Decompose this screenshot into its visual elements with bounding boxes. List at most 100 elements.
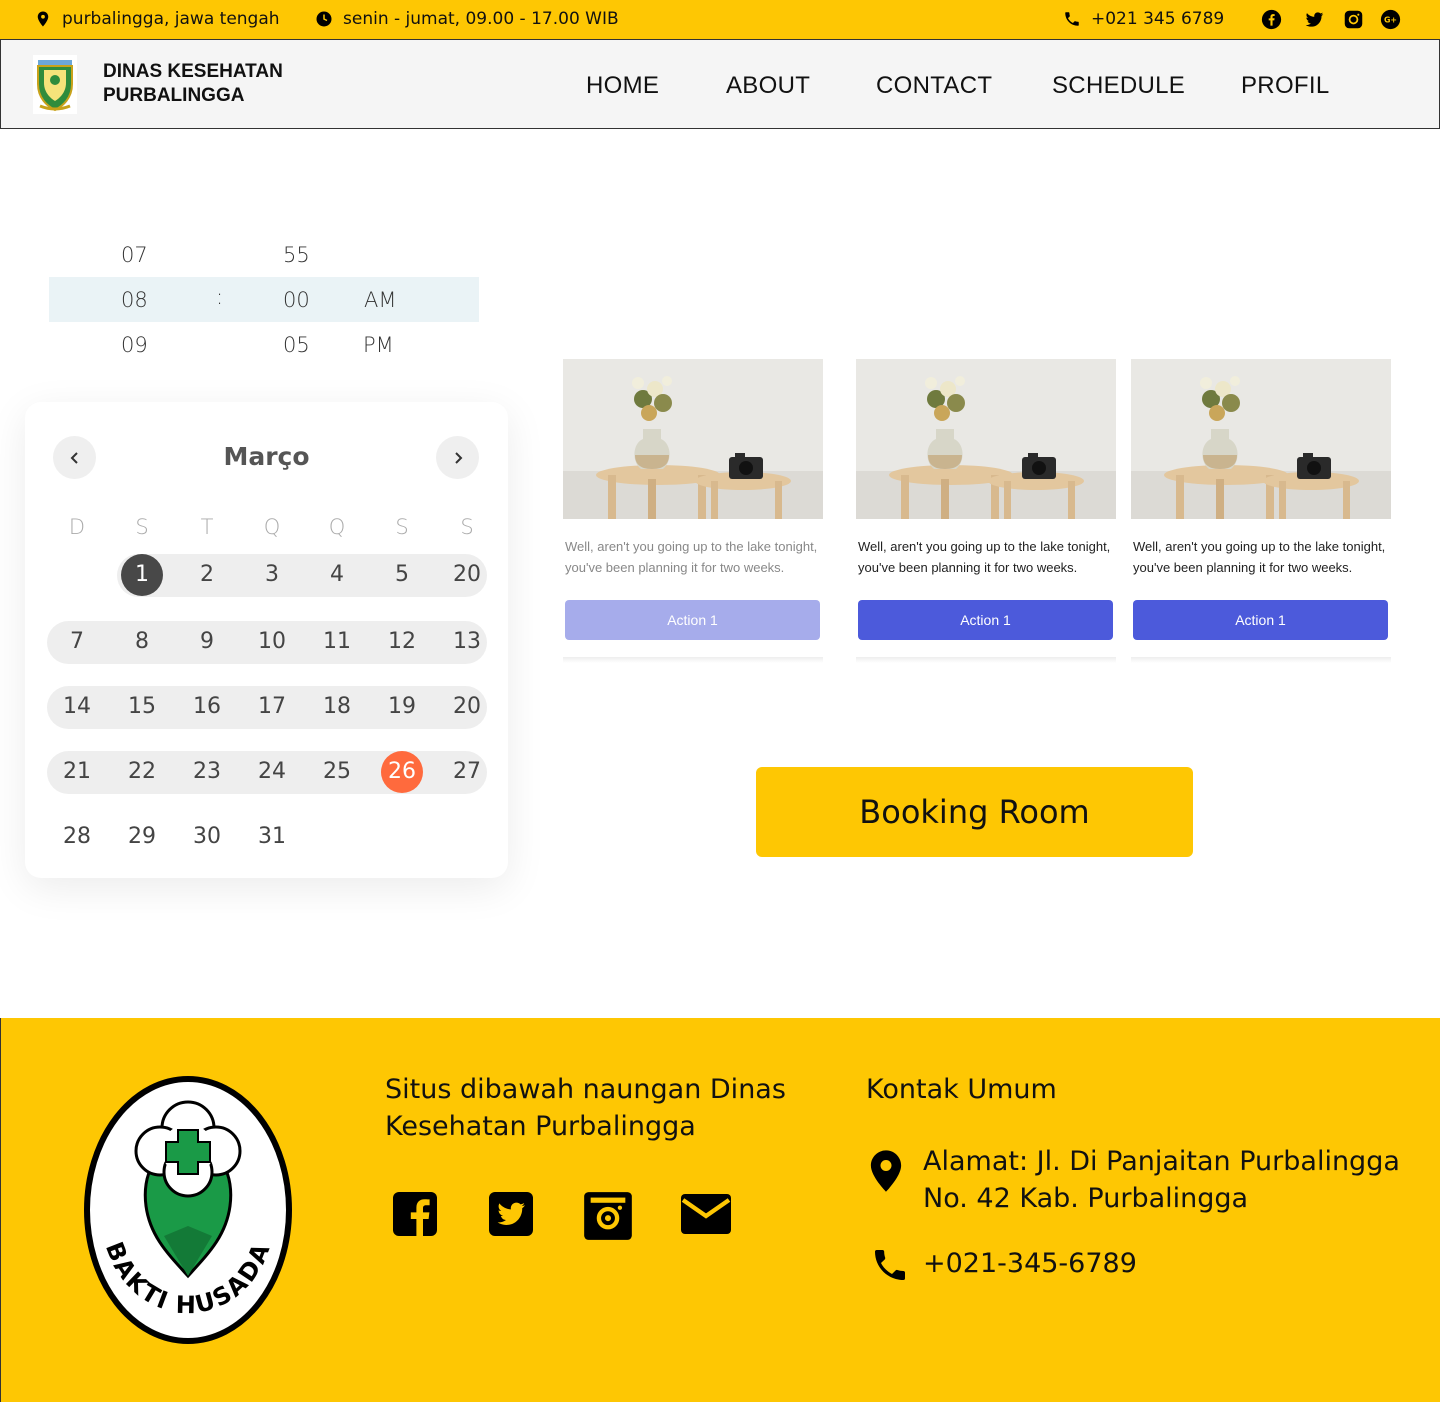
calendar-day[interactable]: 31 [251,816,293,858]
contact-phone[interactable]: +021-345-6789 [923,1245,1137,1282]
nav-about[interactable]: ABOUT [726,72,810,100]
calendar-day[interactable]: 30 [186,816,228,858]
calendar-day[interactable]: 2 [186,554,228,596]
calendar-day[interactable]: 24 [251,751,293,793]
mail-icon[interactable] [679,1192,733,1236]
booking-room-button[interactable]: Booking Room [756,767,1193,857]
instagram-icon[interactable] [582,1190,634,1242]
week-row [117,554,487,597]
calendar-day[interactable]: 20 [446,554,488,596]
calendar-day[interactable]: 28 [56,816,98,858]
minute-option[interactable]: 55 [283,243,310,267]
clock-icon [316,11,332,27]
svg-text:G+: G+ [1384,16,1397,25]
calendar-day[interactable]: 12 [381,621,423,663]
nav-schedule[interactable]: SCHEDULE [1052,72,1185,100]
calendar-day[interactable]: 10 [251,621,293,663]
card-text: Well, aren't you going up to the lake to… [565,539,818,575]
brand-name: DINAS KESEHATAN PURBALINGGA [103,60,283,108]
calendar-day[interactable]: 1 [121,554,163,596]
location-pin-icon [870,1150,902,1192]
calendar-day[interactable]: 21 [56,751,98,793]
calendar-day[interactable]: 14 [56,686,98,728]
location-text: purbalingga, jawa tengah [62,9,280,29]
nav-contact[interactable]: CONTACT [876,72,992,100]
address-line-1: Alamat: Jl. Di Panjaitan Purbalingga [923,1146,1400,1177]
hour-option[interactable]: 09 [121,333,148,357]
card-action-button[interactable]: Action 1 [1133,600,1388,640]
footer-tagline: Situs dibawah naungan Dinas Kesehatan Pu… [385,1071,786,1145]
period-am[interactable]: AM [364,288,396,312]
top-info-bar: purbalingga, jawa tengah senin - jumat, … [0,0,1440,39]
content-card: Well, aren't you going up to the lake to… [856,359,1116,664]
instagram-icon[interactable] [1343,9,1364,30]
phone-text: +021 345 6789 [1091,9,1225,29]
minute-selected[interactable]: 00 [283,288,310,312]
time-row-next[interactable]: 09 05 PM [49,322,479,367]
minute-option[interactable]: 05 [283,333,310,357]
facebook-icon[interactable] [391,1190,439,1238]
calendar-day[interactable]: 5 [381,554,423,596]
purbalingga-emblem-logo[interactable] [32,54,78,115]
calendar-day[interactable]: 11 [316,621,358,663]
calendar-day[interactable]: 7 [56,621,98,663]
calendar-day[interactable]: 13 [446,621,488,663]
calendar-day[interactable]: 27 [446,751,488,793]
card-image [1131,359,1391,519]
calendar-day[interactable]: 15 [121,686,163,728]
contact-address: Alamat: Jl. Di Panjaitan Purbalingga No.… [923,1143,1400,1217]
phone-info[interactable]: +021 345 6789 [1063,7,1224,31]
calendar-day[interactable]: 19 [381,686,423,728]
calendar-day[interactable]: 17 [251,686,293,728]
twitter-icon[interactable] [487,1190,535,1238]
brand-line-2: PURBALINGGA [103,85,245,106]
twitter-icon[interactable] [1304,9,1325,30]
hour-selected[interactable]: 08 [121,288,148,312]
hour-option[interactable]: 07 [121,243,148,267]
calendar-day[interactable]: 9 [186,621,228,663]
next-month-button[interactable] [436,436,479,479]
facebook-icon[interactable] [1261,9,1282,30]
calendar-day[interactable]: 20 [446,686,488,728]
time-picker[interactable]: 07 55 08 : 00 AM 09 05 PM [49,232,479,367]
calendar-day[interactable]: 25 [316,751,358,793]
content-card: Well, aren't you going up to the lake to… [563,359,823,664]
tagline-line-2: Kesehatan Purbalingga [385,1111,696,1142]
calendar-day[interactable]: 29 [121,816,163,858]
nav-home[interactable]: HOME [586,72,659,100]
period-pm[interactable]: PM [363,333,394,357]
weekday-label: T [200,515,214,539]
card-action-button[interactable]: Action 1 [858,600,1113,640]
card-image [856,359,1116,519]
calendar-day[interactable]: 3 [251,554,293,596]
time-row-selected[interactable]: 08 : 00 AM [49,277,479,322]
calendar-widget: Março DSTQQSS 1 2 3 4 5 20 7 8 9 10 11 12 13 14 15 16 17… [25,402,508,878]
calendar-day[interactable]: 23 [186,751,228,793]
time-row-prev[interactable]: 07 55 [49,232,479,277]
calendar-day[interactable]: 8 [121,621,163,663]
phone-icon [1065,12,1079,26]
address-line-2: No. 42 Kab. Purbalingga [923,1183,1249,1214]
nav-profil[interactable]: PROFIL [1241,72,1329,100]
calendar-day[interactable]: 16 [186,686,228,728]
weekday-label: S [135,515,149,539]
calendar-day[interactable]: 26 [381,751,423,793]
location-info: purbalingga, jawa tengah [34,7,280,31]
calendar-day[interactable]: 22 [121,751,163,793]
contact-title: Kontak Umum [866,1074,1057,1105]
card-action-button[interactable]: Action 1 [565,600,820,640]
weekday-label: Q [263,515,281,539]
card-image [563,359,823,519]
location-pin-icon [37,11,49,27]
card-divider [856,657,1116,663]
calendar-day[interactable]: 18 [316,686,358,728]
main-navbar: DINAS KESEHATAN PURBALINGGA HOME ABOUT C… [0,39,1440,129]
card-divider [1131,657,1391,663]
content-card: Well, aren't you going up to the lake to… [1131,359,1391,664]
google-plus-icon[interactable]: G+ [1380,9,1401,30]
phone-icon [875,1250,905,1280]
weekday-label: D [68,515,86,539]
hours-info: senin - jumat, 09.00 - 17.00 WIB [315,7,619,31]
calendar-day[interactable]: 4 [316,554,358,596]
card-text: Well, aren't you going up to the lake to… [858,539,1111,575]
